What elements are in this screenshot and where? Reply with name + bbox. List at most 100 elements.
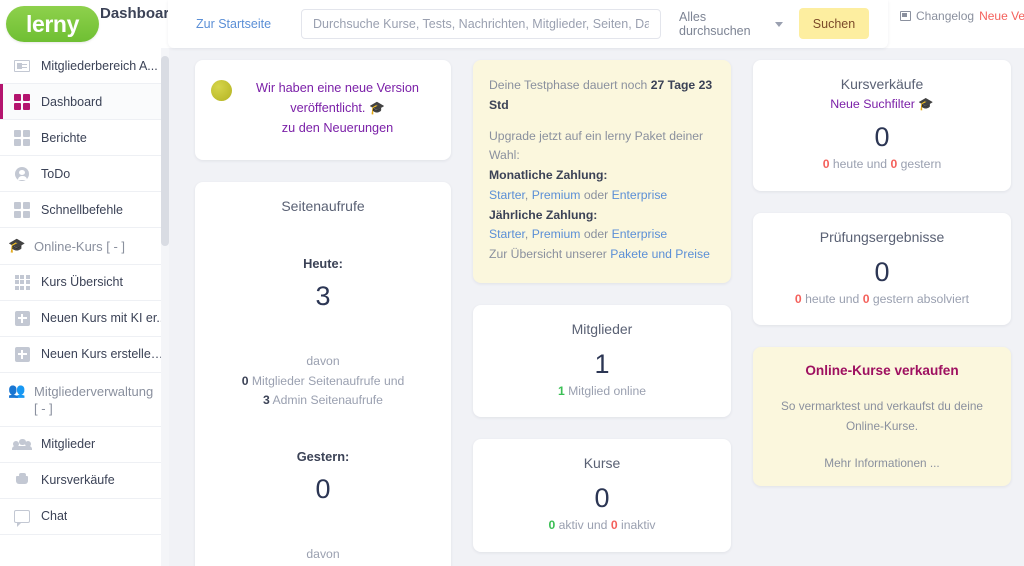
trial-monthly-label: Monatliche Zahlung: (489, 168, 608, 183)
sidebar-group-label: Mitgliederverwaltung [ - ] (34, 383, 154, 417)
sidebar-scrollbar-thumb[interactable] (161, 56, 169, 246)
courses-title: Kurse (583, 455, 621, 472)
grid-icon (12, 201, 32, 218)
sell-courses-card[interactable]: Online-Kurse verkaufen So vermarktest un… (753, 347, 1011, 487)
plan-link-starter-yearly[interactable]: Starter (489, 227, 525, 241)
search-scope-select[interactable]: Alles durchsuchen (673, 9, 791, 39)
pakete-und-preise-link[interactable]: Pakete und Preise (610, 247, 710, 261)
search-button[interactable]: Suchen (799, 8, 869, 39)
sidebar-item-label: Neuen Kurs mit KI er... (41, 311, 167, 326)
sales-value: 0 (874, 122, 890, 152)
davon-label: davon (306, 354, 340, 369)
changelog-link[interactable]: Changelog Neue Versi (900, 9, 1024, 23)
sidebar-item-label: Berichte (41, 130, 87, 145)
sidebar-item-kursverkaeufe[interactable]: Kursverkäufe (0, 463, 168, 499)
sidebar-item-label: Mitglieder (41, 437, 96, 452)
plan-link-premium-monthly[interactable]: Premium (532, 188, 581, 202)
sales-note: 0 heute und 0 gestern (767, 155, 997, 175)
column-left: Wir haben eine neue Version veröffentlic… (195, 60, 451, 566)
grid-icon (12, 129, 32, 146)
plan-link-enterprise-yearly[interactable]: Enterprise (612, 227, 668, 241)
trial-yearly-label: Jährliche Zahlung: (489, 207, 598, 222)
exam-results-note: 0 heute und 0 gestern absolviert (767, 290, 997, 310)
sidebar-group-label: Online-Kurs [ - ] (34, 239, 126, 254)
new-version-text: Wir haben eine neue Version veröffentlic… (240, 78, 435, 138)
sidebar-item-label: Kursverkäufe (41, 473, 115, 488)
card-icon (12, 58, 32, 74)
chat-icon (12, 508, 32, 527)
members-online-text: Mitglied online (564, 383, 647, 398)
members-value: 1 (594, 348, 610, 379)
grid-icon (12, 93, 32, 110)
courses-value: 0 (594, 483, 610, 514)
plan-link-premium-yearly[interactable]: Premium (532, 227, 581, 241)
members-card: Mitglieder 1 1 Mitglied online (473, 304, 731, 418)
sidebar-item-label: Dashboard (41, 94, 103, 109)
dashboard-columns: Wir haben eine neue Version veröffentlic… (195, 60, 1012, 566)
trial-line1-prefix: Deine Testphase dauert noch (489, 78, 651, 92)
main-content: Wir haben eine neue Version veröffentlic… (169, 48, 1024, 566)
courses-card: Kurse 0 0 aktiv und 0 inaktiv (473, 439, 731, 552)
pageviews-today-members-text: Mitglieder Seitenaufrufe und (248, 373, 405, 388)
pageviews-today-admin-count: 3 (263, 393, 270, 408)
courses-active-text: aktiv und (555, 518, 611, 533)
sales-today-text: heute und (829, 157, 891, 171)
members-online-count: 1 (557, 383, 565, 398)
sidebar-item-label: ToDo (41, 166, 71, 181)
home-link[interactable]: Zur Startseite (196, 17, 271, 31)
members-online-note: 1 Mitglied online (487, 382, 717, 402)
sidebar: Mitgliederbereich A... Dashboard Bericht… (0, 48, 168, 566)
sidebar-item-dashboard[interactable]: Dashboard (0, 84, 168, 120)
sales-card: Kursverkäufe Neue Suchfilter 🎓 0 0 heute… (753, 60, 1011, 191)
members-title: Mitglieder (571, 320, 633, 337)
exam-yesterday-text: gestern absolviert (869, 291, 970, 306)
sell-courses-title: Online-Kurse verkaufen (805, 363, 959, 379)
sidebar-group-online-kurs[interactable]: 🎓 Online-Kurs [ - ] (0, 228, 168, 265)
courses-note: 0 aktiv und 0 inaktiv (487, 516, 717, 536)
column-right: Kursverkäufe Neue Suchfilter 🎓 0 0 heute… (753, 60, 1011, 566)
lerny-logo[interactable]: lerny (6, 6, 99, 42)
sidebar-group-mitgliederverwaltung[interactable]: 👥 Mitgliederverwaltung [ - ] (0, 373, 168, 427)
search-input[interactable] (301, 9, 661, 39)
courses-inactive-count: 0 (610, 518, 618, 533)
sidebar-item-chat[interactable]: Chat (0, 499, 168, 535)
sidebar-item-label: Mitgliederbereich A... (41, 58, 158, 73)
app-root: lerny Dashboard Zur Startseite Alles dur… (0, 0, 1024, 566)
or-word: oder (583, 187, 609, 202)
plan-link-enterprise-monthly[interactable]: Enterprise (612, 188, 668, 202)
exam-today-text: heute und (801, 291, 863, 306)
pageviews-today-label: Heute: (303, 256, 343, 272)
sidebar-item-mitglieder[interactable]: Mitglieder (0, 427, 168, 463)
trial-overview-line: Zur Übersicht unserer Pakete und Preise (489, 245, 715, 265)
sidebar-item-schnellbefehle[interactable]: Schnellbefehle (0, 192, 168, 228)
new-version-link[interactable]: zu den Neuerungen (240, 118, 435, 138)
sidebar-item-todo[interactable]: ToDo (0, 156, 168, 192)
sidebar-item-kurs-uebersicht[interactable]: Kurs Übersicht (0, 265, 168, 301)
pageviews-yesterday-breakdown: davon 0 Mitglieder Seitenaufrufe und 0 A… (209, 545, 437, 566)
sidebar-item-label: Chat (41, 509, 68, 524)
plan-link-starter-monthly[interactable]: Starter (489, 188, 525, 202)
sell-courses-more-link[interactable]: Mehr Informationen ... (767, 456, 997, 470)
dots-grid-icon (12, 274, 32, 290)
top-bar: lerny Dashboard Zur Startseite Alles dur… (0, 0, 1024, 48)
plus-box-icon (12, 310, 32, 326)
exam-results-title: Prüfungsergebnisse (819, 228, 945, 245)
pageviews-title: Seitenaufrufe (281, 198, 365, 215)
person-icon (12, 166, 32, 182)
sidebar-item-mitgliederbereich[interactable]: Mitgliederbereich A... (0, 48, 168, 84)
sidebar-item-neuer-kurs-ki[interactable]: Neuen Kurs mit KI er... (0, 301, 168, 337)
pageviews-today-breakdown: davon 0 Mitglieder Seitenaufrufe und 3 A… (209, 352, 437, 411)
exam-results-card: Prüfungsergebnisse 0 0 heute und 0 geste… (753, 212, 1011, 326)
trial-card: Deine Testphase dauert noch 27 Tage 23 S… (473, 60, 731, 283)
new-version-card[interactable]: Wir haben eine neue Version veröffentlic… (195, 60, 451, 161)
sidebar-item-neuer-kurs-erstellen[interactable]: Neuen Kurs erstellen... (0, 337, 168, 373)
sidebar-item-berichte[interactable]: Berichte (0, 120, 168, 156)
trial-upgrade-text: Upgrade jetzt auf ein lerny Paket deiner… (489, 128, 704, 163)
trial-yearly-plans: Starter, Premium oder Enterprise (489, 227, 668, 242)
chevron-down-icon (775, 21, 783, 27)
search-scope-label: Alles durchsuchen (679, 10, 751, 38)
new-search-filter-link[interactable]: Neue Suchfilter 🎓 (767, 97, 997, 112)
plus-box-icon (12, 346, 32, 362)
sidebar-item-label: Schnellbefehle (41, 202, 124, 217)
sidebar-item-label: Kurs Übersicht (41, 275, 123, 290)
